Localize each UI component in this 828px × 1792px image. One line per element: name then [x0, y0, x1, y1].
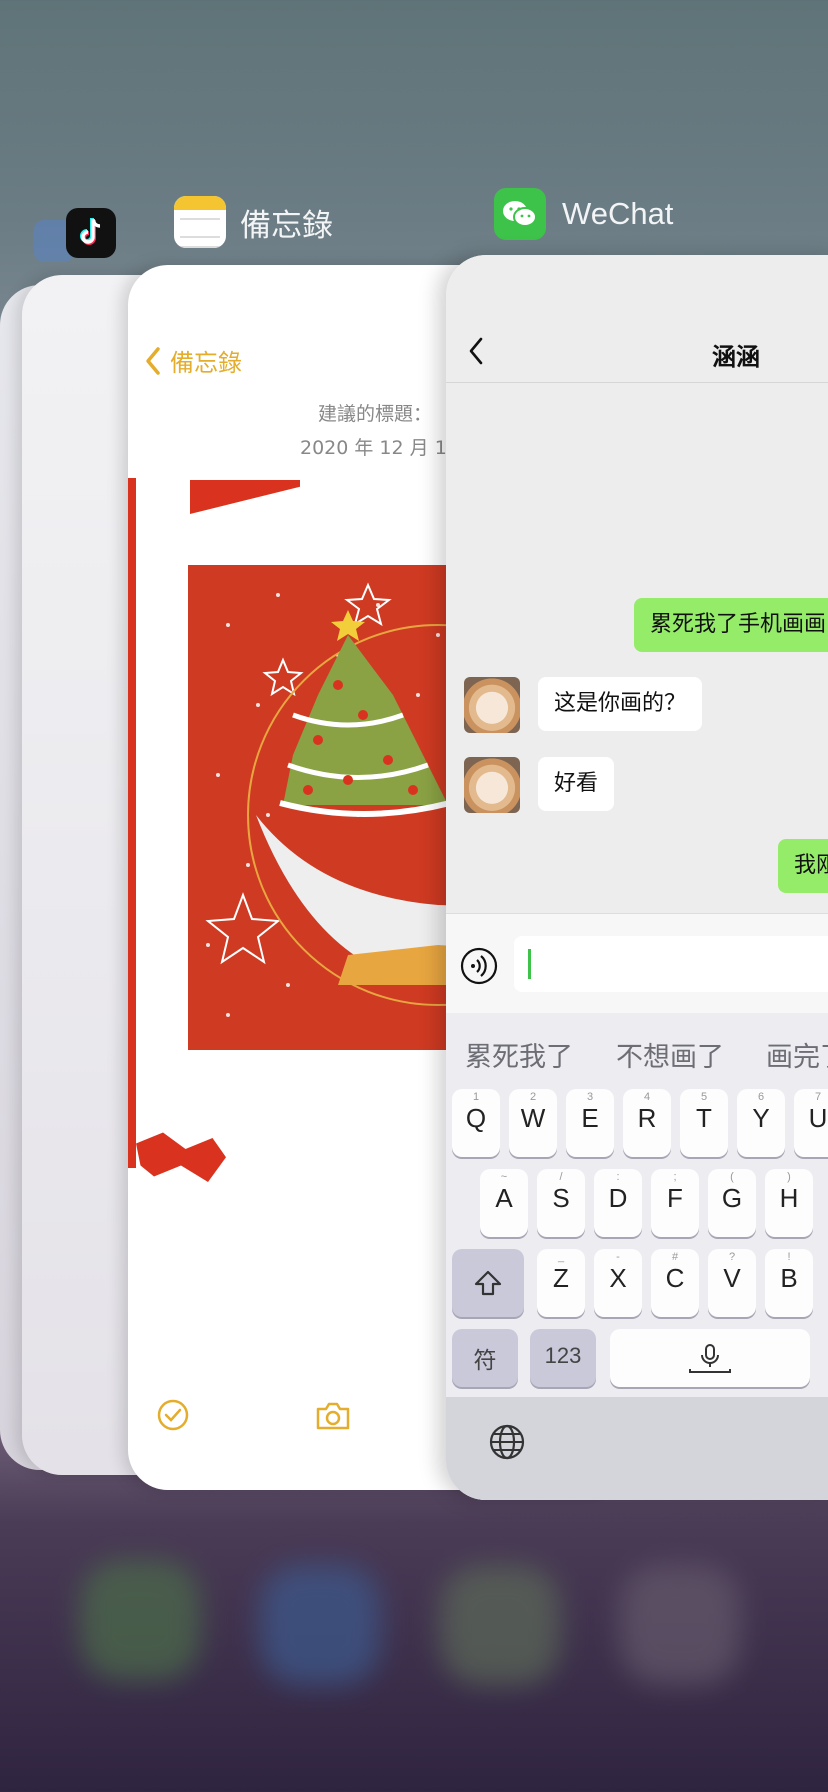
blurred-dock-app — [260, 1565, 380, 1685]
drawing-red-flag — [190, 480, 300, 514]
notes-app-icon — [174, 196, 226, 248]
tiktok-icon[interactable] — [66, 208, 116, 258]
candidate-word[interactable]: 不想画了 — [616, 1035, 724, 1074]
key-b[interactable]: ! B — [765, 1249, 813, 1317]
notes-back-button[interactable]: 備忘錄 — [144, 343, 242, 378]
message-bubble-incoming[interactable]: 好看 — [538, 757, 615, 811]
key-f[interactable]: ; F — [651, 1169, 699, 1237]
drawing-red-strip-left — [128, 478, 136, 1168]
keyboard: 累死我了 不想画了 画完了 1Q 2W 3E 4R 5T 6Y 7U ~A /S… — [446, 1013, 828, 1500]
blurred-dock-app — [80, 1560, 200, 1680]
chat-header: 涵涵 — [446, 255, 828, 383]
message-bubble-outgoing[interactable]: 我刚 — [778, 839, 828, 893]
blurred-dock-app — [620, 1565, 740, 1685]
key-z[interactable]: _ Z — [537, 1249, 585, 1317]
other-apps-icon-stack[interactable] — [34, 208, 124, 268]
key-w[interactable]: 2W — [509, 1089, 557, 1157]
shift-key[interactable] — [452, 1249, 524, 1317]
key-e[interactable]: 3E — [566, 1089, 614, 1157]
shift-icon — [474, 1270, 502, 1296]
key-y[interactable]: 6Y — [737, 1089, 785, 1157]
key-x[interactable]: -X — [594, 1249, 642, 1317]
voice-input-icon[interactable] — [460, 947, 498, 985]
back-arrow-icon[interactable] — [468, 337, 484, 365]
microphone-icon — [689, 1344, 731, 1373]
drawing-red-scribble — [136, 1132, 226, 1182]
contact-avatar[interactable] — [464, 677, 520, 733]
key-t[interactable]: 5T — [680, 1089, 728, 1157]
key-g[interactable]: (G — [708, 1169, 756, 1237]
space-key[interactable] — [610, 1329, 810, 1387]
key-c[interactable]: # C — [651, 1249, 699, 1317]
chevron-left-icon — [146, 346, 160, 375]
number-key[interactable]: 123 — [530, 1329, 596, 1387]
symbol-key[interactable]: 符 — [452, 1329, 518, 1387]
wechat-app-icon — [494, 188, 546, 240]
key-a[interactable]: ~ A — [480, 1169, 528, 1237]
camera-icon[interactable] — [314, 1400, 352, 1432]
notes-back-label: 備忘錄 — [170, 349, 242, 377]
candidate-word[interactable]: 累死我了 — [465, 1035, 573, 1074]
key-u[interactable]: 7U — [794, 1089, 828, 1157]
wechat-app-label[interactable]: WeChat — [494, 188, 673, 240]
wechat-app-name: WeChat — [562, 196, 674, 231]
message-input[interactable] — [514, 936, 828, 992]
blurred-dock-app — [440, 1565, 560, 1685]
key-q[interactable]: 1Q — [452, 1089, 500, 1157]
notes-app-name: 備忘錄 — [240, 207, 333, 244]
notes-app-label[interactable]: 備忘錄 — [174, 196, 333, 248]
input-bar — [446, 913, 828, 1014]
keyboard-bottom-bar — [446, 1397, 828, 1500]
key-s[interactable]: / S — [537, 1169, 585, 1237]
wechat-app-card[interactable]: 涵涵 累死我了手机画画 这是你画的？ 好看 我刚 累死我了 不想画了 画完了 1… — [446, 255, 828, 1500]
chat-contact-name[interactable]: 涵涵 — [712, 337, 760, 372]
message-bubble-incoming[interactable]: 这是你画的？ — [538, 677, 703, 731]
key-v[interactable]: ? V — [708, 1249, 756, 1317]
contact-avatar[interactable] — [464, 757, 520, 813]
candidate-word[interactable]: 画完了 — [766, 1035, 828, 1074]
suggested-title: 建議的標題： — [318, 403, 433, 425]
key-h[interactable]: ) H — [765, 1169, 813, 1237]
globe-icon[interactable] — [488, 1423, 526, 1461]
checklist-icon[interactable] — [156, 1398, 190, 1432]
key-d[interactable]: :D — [594, 1169, 642, 1237]
key-r[interactable]: 4R — [623, 1089, 671, 1157]
text-cursor — [528, 949, 531, 979]
message-bubble-outgoing[interactable]: 累死我了手机画画 — [634, 598, 828, 652]
